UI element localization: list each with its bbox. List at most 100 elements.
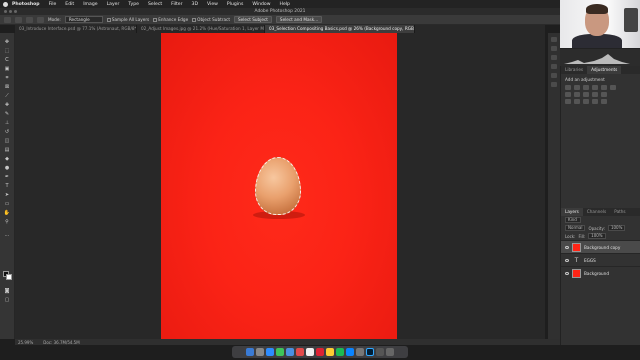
fill-field[interactable]: 100% <box>588 233 606 239</box>
apple-icon[interactable] <box>3 1 8 7</box>
gradient-tool-icon[interactable]: ▤ <box>3 147 11 153</box>
zoom-tool-icon[interactable]: ⚲ <box>3 219 11 225</box>
frame-tool-icon[interactable]: ⊠ <box>3 84 11 90</box>
zoom-level[interactable]: 25.99% <box>18 340 33 345</box>
properties-panel-icon[interactable] <box>551 46 557 51</box>
threshold-icon[interactable] <box>583 99 589 104</box>
visibility-eye-icon[interactable] <box>565 245 569 249</box>
background-color-swatch[interactable] <box>6 274 12 280</box>
layer-background-copy[interactable]: Background copy <box>561 240 640 253</box>
select-subject-button[interactable]: Select Subject <box>234 16 272 23</box>
menu-3d[interactable]: 3D <box>192 2 198 7</box>
menu-help[interactable]: Help <box>280 2 290 7</box>
kind-filter-select[interactable]: Kind <box>565 217 581 223</box>
menu-view[interactable]: View <box>207 2 218 7</box>
rectangle-tool-icon[interactable]: ▭ <box>3 201 11 207</box>
photos-icon[interactable] <box>306 348 314 356</box>
channel-mixer-icon[interactable] <box>592 92 598 97</box>
trash-icon[interactable] <box>386 348 394 356</box>
menu-type[interactable]: Type <box>128 2 139 7</box>
invert-icon[interactable] <box>565 99 571 104</box>
layer-eggs[interactable]: T EGGS <box>561 253 640 266</box>
blur-tool-icon[interactable]: ◆ <box>3 156 11 162</box>
brush-panel-icon[interactable] <box>551 82 557 87</box>
selective-color-icon[interactable] <box>601 99 607 104</box>
messages-icon[interactable] <box>276 348 284 356</box>
eyedropper-tool-icon[interactable]: ⟋ <box>3 93 11 99</box>
more-tools-icon[interactable]: ⋯ <box>3 233 11 239</box>
type-tool-icon[interactable]: T <box>3 183 11 189</box>
tab-paths[interactable]: Paths <box>610 208 629 216</box>
document-canvas[interactable] <box>161 33 397 339</box>
menu-file[interactable]: File <box>49 2 57 7</box>
photo-filter-icon[interactable] <box>583 92 589 97</box>
color-lookup-icon[interactable] <box>601 92 607 97</box>
menu-image[interactable]: Image <box>83 2 97 7</box>
object-subtract-checkbox[interactable]: Object Subtract <box>192 17 230 22</box>
window-controls[interactable] <box>4 10 17 13</box>
tab-adjustments[interactable]: Adjustments <box>587 66 622 74</box>
doc-size[interactable]: Doc: 36.7M/54.5M <box>43 340 79 345</box>
menu-layer[interactable]: Layer <box>107 2 120 7</box>
tool-preset-icon[interactable] <box>15 16 22 23</box>
mail-icon[interactable] <box>286 348 294 356</box>
lasso-tool-icon[interactable]: ᑕ <box>3 57 11 63</box>
add-selection-icon[interactable] <box>37 16 44 23</box>
tab-interface[interactable]: 03_Introduce Interface.psd @ 77.1% (Astr… <box>15 25 137 33</box>
healing-brush-tool-icon[interactable]: ✚ <box>3 102 11 108</box>
object-selection-tool-icon[interactable]: ▣ <box>3 66 11 72</box>
character-panel-icon[interactable] <box>551 73 557 78</box>
brush-tool-icon[interactable]: ✎ <box>3 111 11 117</box>
menu-filter[interactable]: Filter <box>171 2 182 7</box>
tab-layers[interactable]: Layers <box>561 208 583 216</box>
mode-select[interactable]: Rectangle <box>64 16 103 23</box>
menu-photoshop[interactable]: Photoshop <box>12 2 40 7</box>
home-icon[interactable] <box>4 16 11 23</box>
music-icon[interactable] <box>336 348 344 356</box>
move-tool-icon[interactable]: ✥ <box>3 39 11 45</box>
safari-icon[interactable] <box>266 348 274 356</box>
brightness-icon[interactable] <box>565 85 571 90</box>
new-selection-icon[interactable] <box>26 16 33 23</box>
history-panel-icon[interactable] <box>551 37 557 42</box>
black-white-icon[interactable] <box>574 92 580 97</box>
tab-channels[interactable]: Channels <box>583 208 610 216</box>
vibrance-icon[interactable] <box>601 85 607 90</box>
eraser-tool-icon[interactable]: ◫ <box>3 138 11 144</box>
downloads-icon[interactable] <box>376 348 384 356</box>
calendar-icon[interactable] <box>316 348 324 356</box>
layer-background[interactable]: Background <box>561 266 640 279</box>
canvas-area[interactable] <box>15 33 545 339</box>
blend-mode-select[interactable]: Normal <box>565 225 586 231</box>
menu-window[interactable]: Window <box>252 2 270 7</box>
pen-tool-icon[interactable]: ✒ <box>3 174 11 180</box>
history-brush-tool-icon[interactable]: ↺ <box>3 129 11 135</box>
path-selection-tool-icon[interactable]: ➤ <box>3 192 11 198</box>
exposure-icon[interactable] <box>592 85 598 90</box>
menu-plugins[interactable]: Plugins <box>227 2 243 7</box>
finder-icon[interactable] <box>246 348 254 356</box>
gradient-map-icon[interactable] <box>592 99 598 104</box>
hue-saturation-icon[interactable] <box>610 85 616 90</box>
opacity-field[interactable]: 100% <box>607 225 626 231</box>
visibility-eye-icon[interactable] <box>565 271 569 275</box>
levels-icon[interactable] <box>574 85 580 90</box>
visibility-eye-icon[interactable] <box>565 258 569 262</box>
select-and-mask-button[interactable]: Select and Mask... <box>275 16 323 23</box>
tab-selection-compositing[interactable]: 03_Selection Compositing Basics.psd @ 26… <box>265 25 415 33</box>
notes-icon[interactable] <box>326 348 334 356</box>
quick-mask-icon[interactable]: ◙ <box>3 288 11 294</box>
posterize-icon[interactable] <box>574 99 580 104</box>
menu-select[interactable]: Select <box>148 2 162 7</box>
tab-libraries[interactable]: Libraries <box>561 66 587 74</box>
marquee-tool-icon[interactable]: ⬚ <box>3 48 11 54</box>
photoshop-icon[interactable] <box>366 348 374 356</box>
crop-tool-icon[interactable]: ⌗ <box>3 75 11 81</box>
enhance-edge-checkbox[interactable]: Enhance Edge <box>153 17 188 22</box>
swatches-panel-icon[interactable] <box>551 55 557 60</box>
launchpad-icon[interactable] <box>256 348 264 356</box>
sample-all-layers-checkbox[interactable]: Sample All Layers <box>106 17 149 22</box>
paragraph-panel-icon[interactable] <box>551 64 557 69</box>
color-balance-icon[interactable] <box>565 92 571 97</box>
curves-icon[interactable] <box>583 85 589 90</box>
